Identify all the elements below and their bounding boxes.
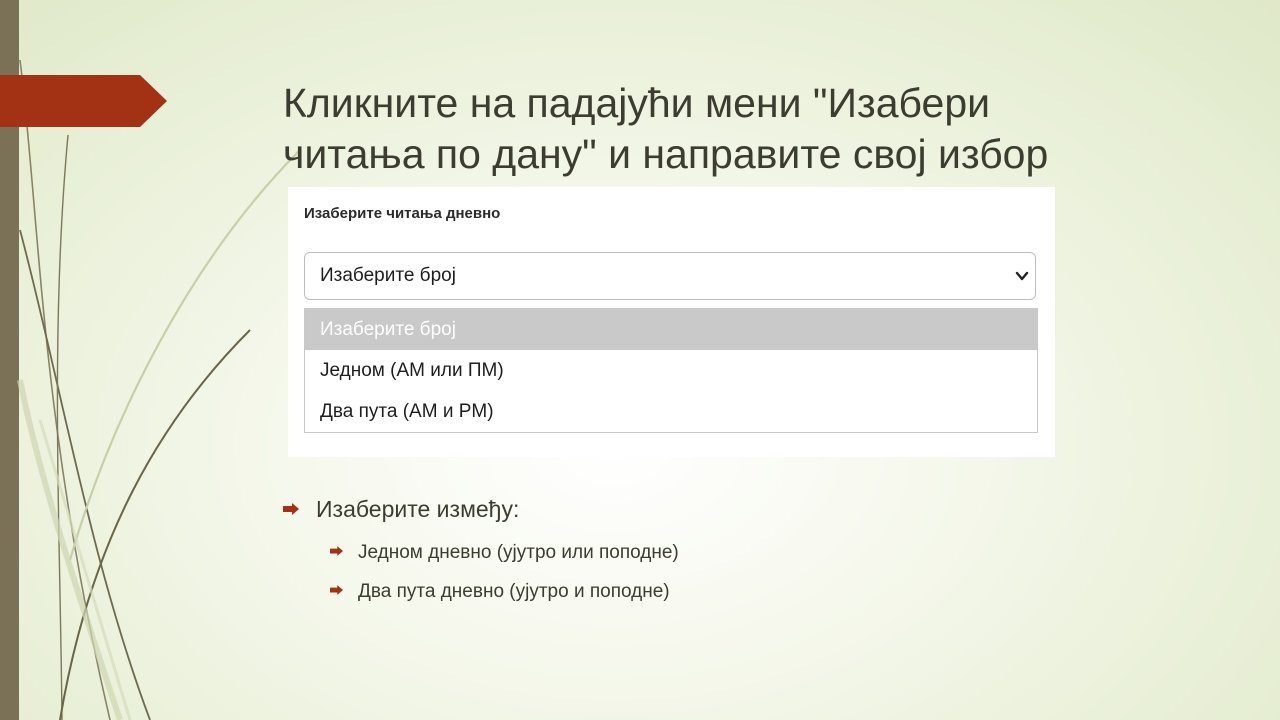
bullet-sub-2: Два пута дневно (ујутро и поподне): [330, 581, 670, 603]
title-arrow-accent: [0, 75, 167, 127]
arrow-bullet-icon: [283, 502, 299, 515]
slide-title-line-2: читања по дану" и направите свој избор: [283, 131, 1049, 177]
dropdown-screenshot: Изаберите читања дневно Изаберите број И…: [288, 187, 1055, 457]
arrow-bullet-icon: [330, 546, 343, 556]
arrow-bullet-icon: [330, 585, 343, 595]
slide-title: Кликните на падајући мени "Изабери читањ…: [283, 78, 1243, 180]
dropdown-options-list: Изаберите број Једном (АМ или ПМ) Два пу…: [304, 308, 1038, 433]
readings-select[interactable]: Изаберите број: [304, 252, 1036, 300]
bullet-main: Изаберите између:: [283, 496, 519, 523]
option-twice[interactable]: Два пута (АМ и PM): [305, 391, 1037, 432]
option-once[interactable]: Једном (АМ или ПМ): [305, 350, 1037, 391]
readings-label: Изаберите читања дневно: [304, 205, 501, 222]
bullet-sub-1: Једном дневно (ујутро или поподне): [330, 542, 679, 564]
select-value: Изаберите број: [320, 265, 456, 286]
chevron-down-icon: [1015, 271, 1029, 281]
option-choose-number[interactable]: Изаберите број: [305, 309, 1037, 350]
slide-title-line-1: Кликните на падајући мени "Изабери: [283, 80, 991, 126]
